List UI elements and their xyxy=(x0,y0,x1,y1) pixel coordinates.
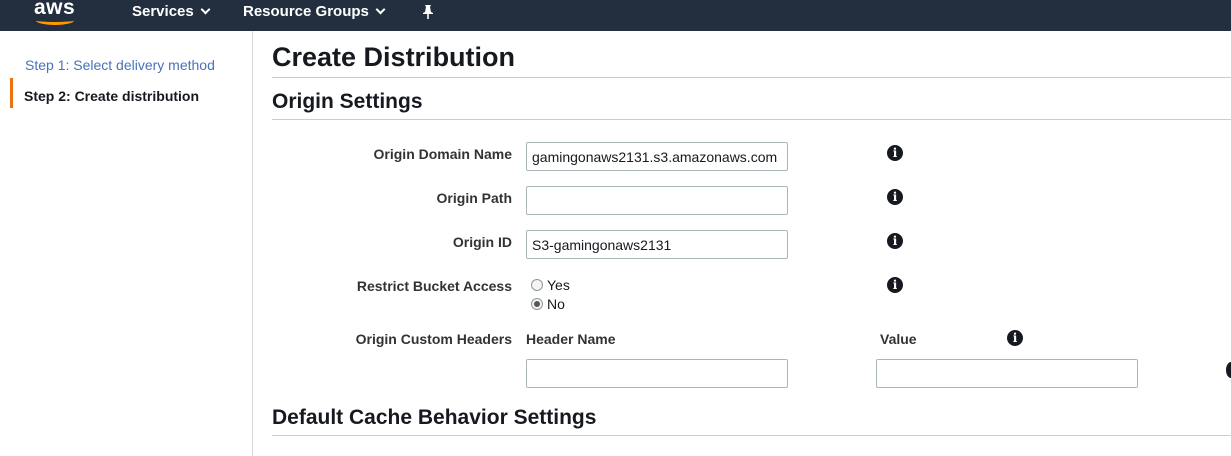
divider xyxy=(272,435,1231,436)
divider xyxy=(272,119,1231,120)
top-nav: aws Services Resource Groups xyxy=(0,0,1231,31)
origin-domain-name-label: Origin Domain Name xyxy=(373,146,512,162)
origin-id-input[interactable] xyxy=(526,230,788,259)
page-title: Create Distribution xyxy=(272,42,516,72)
restrict-bucket-access-label: Restrict Bucket Access xyxy=(356,278,512,294)
resource-groups-menu[interactable]: Resource Groups xyxy=(243,3,386,20)
radio-no-label: No xyxy=(547,296,565,312)
radio-button-no[interactable] xyxy=(531,298,543,310)
origin-path-input[interactable] xyxy=(526,186,788,215)
info-icon[interactable]: i xyxy=(887,233,903,249)
origin-path-label: Origin Path xyxy=(436,190,512,206)
radio-yes-label: Yes xyxy=(547,277,570,293)
resource-groups-label: Resource Groups xyxy=(243,3,369,20)
aws-logo-smile-icon xyxy=(36,16,74,25)
origin-domain-name-input[interactable] xyxy=(526,142,788,171)
info-icon[interactable]: i xyxy=(887,277,903,293)
add-header-icon[interactable] xyxy=(1226,362,1231,378)
pin-icon[interactable] xyxy=(421,4,435,20)
info-icon[interactable]: i xyxy=(887,189,903,205)
header-name-input[interactable] xyxy=(526,359,788,388)
divider xyxy=(272,77,1231,78)
chevron-down-icon xyxy=(200,4,211,15)
sidebar-step-create-distribution: Step 2: Create distribution xyxy=(24,88,200,104)
wizard-sidebar: Step 1: Select delivery method Step 2: C… xyxy=(0,31,253,456)
header-value-input[interactable] xyxy=(876,359,1138,388)
services-menu[interactable]: Services xyxy=(132,3,211,20)
chevron-down-icon xyxy=(375,4,386,15)
services-label: Services xyxy=(132,3,194,20)
info-icon[interactable]: i xyxy=(887,145,903,161)
radio-no[interactable]: No xyxy=(531,296,565,312)
info-icon[interactable]: i xyxy=(1007,330,1023,346)
sidebar-step-select-delivery-method[interactable]: Step 1: Select delivery method xyxy=(25,57,215,73)
origin-custom-headers-label: Origin Custom Headers xyxy=(355,331,512,347)
default-cache-behavior-title: Default Cache Behavior Settings xyxy=(272,406,597,429)
header-name-column-label: Header Name xyxy=(526,331,616,347)
value-column-label: Value xyxy=(880,331,917,347)
active-step-indicator xyxy=(10,78,13,108)
radio-yes[interactable]: Yes xyxy=(531,277,570,293)
radio-button-yes[interactable] xyxy=(531,279,543,291)
origin-id-label: Origin ID xyxy=(452,234,512,250)
origin-settings-title: Origin Settings xyxy=(272,90,423,113)
